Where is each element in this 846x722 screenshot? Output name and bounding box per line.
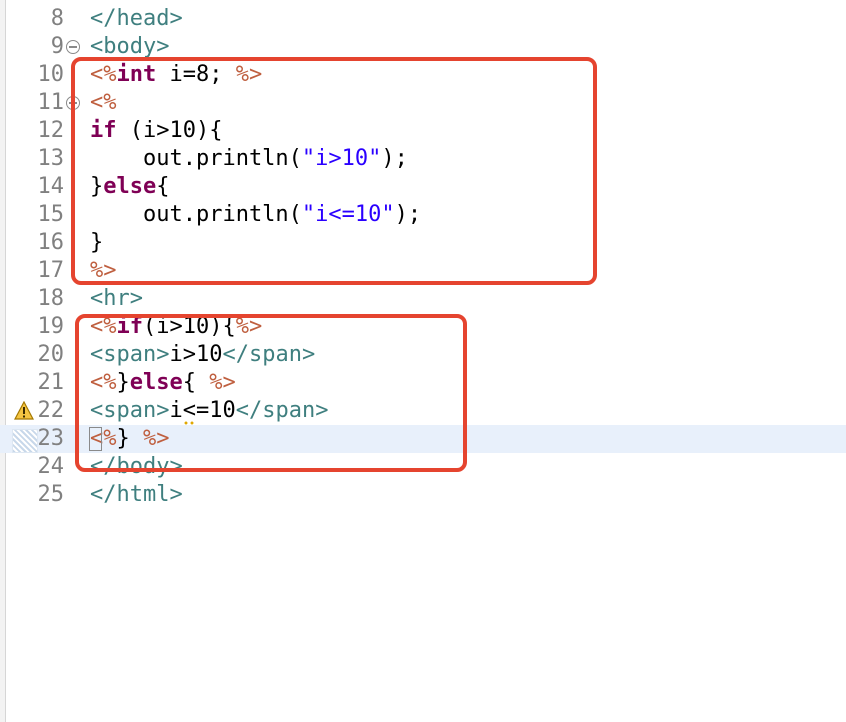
line-number: 19 [37,314,65,339]
line-number: 23 [37,426,65,451]
line-number: 24 [37,454,65,479]
code-token-tag: </html> [90,482,183,507]
code-token-tag: <body> [90,34,170,59]
highlight-box-mixed-jsp-html [75,314,467,472]
line-number: 22 [37,398,65,423]
code-token-tag: </head> [90,6,183,31]
code-text[interactable]: </head> [90,5,183,33]
line-number: 25 [37,482,65,507]
line-number: 15 [37,202,65,227]
line-number: 9 [50,34,64,59]
line-number: 13 [37,146,65,171]
line-number: 11 [37,90,65,115]
code-text[interactable]: </html> [90,481,183,509]
line-number: 12 [37,118,65,143]
code-line-18[interactable]: 18 <hr> [0,285,846,313]
line-number: 17 [37,258,65,283]
code-text[interactable]: <hr> [90,285,143,313]
code-line-25[interactable]: 25 </html> [0,481,846,509]
line-number: 20 [37,342,65,367]
line-number: 16 [37,230,65,255]
line-number: 8 [50,6,64,31]
line-number: 18 [37,286,65,311]
highlight-box-java-scriptlet [71,57,597,285]
code-line-8[interactable]: 8 </head> [0,5,846,33]
line-number: 10 [37,62,65,87]
fold-collapse-icon[interactable] [66,40,80,54]
line-number: 14 [37,174,65,199]
line-number: 21 [37,370,65,395]
code-token-tag: <hr> [90,286,143,311]
